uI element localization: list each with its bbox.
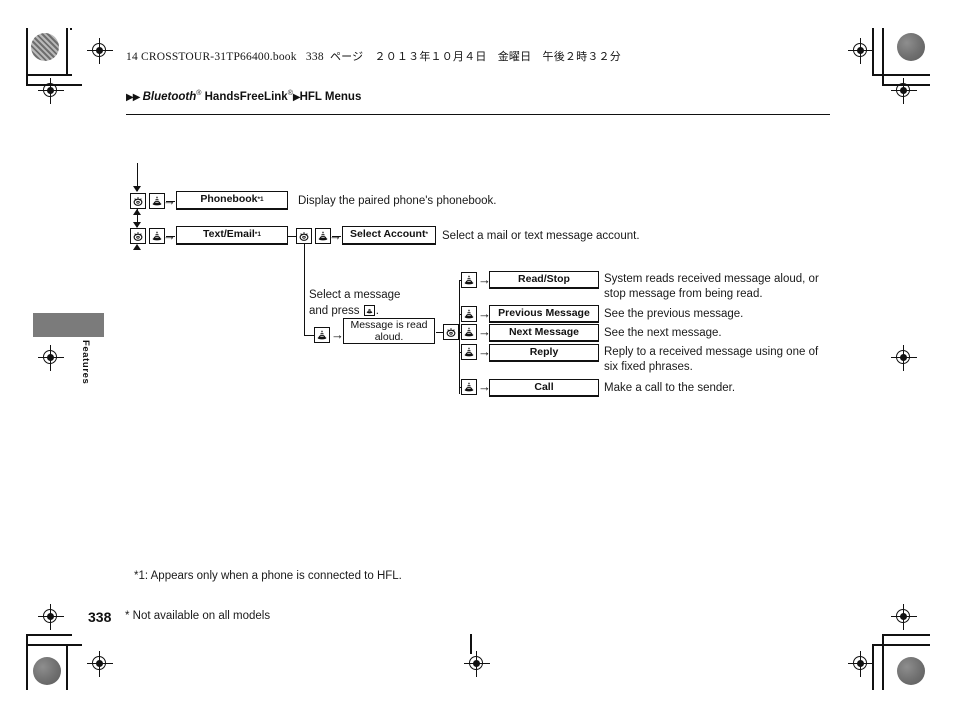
rotary-dial-icon[interactable] <box>296 228 312 244</box>
menu-item-call[interactable]: Call <box>489 379 599 397</box>
breadcrumb-item-bluetooth: Bluetooth <box>142 90 197 103</box>
menu-item-reply-label: Reply <box>529 345 559 358</box>
press-button-icon[interactable] <box>461 324 477 340</box>
instruction-line-2-period: . <box>375 305 379 318</box>
rotary-dial-icon[interactable] <box>130 228 146 244</box>
registration-mark-top-left <box>87 38 113 64</box>
status-box-message-read-aloud: Message is read aloud. <box>343 318 435 344</box>
manual-page: 14 CROSSTOUR-31TP66400.book 338 ページ ２０１３… <box>0 0 954 718</box>
registration-mark-bottom-center <box>464 651 490 677</box>
menu-item-reply[interactable]: Reply <box>489 344 599 362</box>
registration-mark-left <box>38 78 64 104</box>
registration-mark-right <box>891 78 917 104</box>
section-tab-label: Features <box>80 340 91 385</box>
description-reply-line-1: Reply to a received message using one of <box>604 346 819 358</box>
status-box-line-2: aloud. <box>374 331 404 343</box>
breadcrumb-item-hfl-menus: HFL Menus <box>299 90 362 103</box>
menu-item-select-account-footnote-ref: * <box>425 230 428 238</box>
press-button-icon <box>363 305 375 317</box>
breadcrumb-reg-mark-1: ® <box>196 90 202 97</box>
instruction-line-2-text: and press <box>309 305 360 318</box>
rotary-dial-icon[interactable] <box>130 193 146 209</box>
menu-item-read-stop[interactable]: Read/Stop <box>489 271 599 289</box>
flow-connector-to-select-account <box>288 235 296 237</box>
print-density-dot-top-right <box>897 33 925 61</box>
press-button-icon[interactable] <box>461 306 477 322</box>
rotary-dial-icon[interactable] <box>443 324 459 340</box>
menu-item-phonebook-label: Phonebook <box>200 193 258 206</box>
press-button-icon[interactable] <box>461 272 477 288</box>
press-button-icon[interactable] <box>461 344 477 360</box>
section-tab-marker <box>33 313 104 337</box>
menu-item-select-account[interactable]: Select Account * <box>342 226 436 245</box>
breadcrumb: ▶▶ Bluetooth® HandsFreeLink®▶HFL Menus <box>126 90 361 103</box>
description-next-message: See the next message. <box>604 327 722 339</box>
menu-item-read-stop-label: Read/Stop <box>518 272 570 285</box>
instruction-line-2: and press . <box>309 303 469 319</box>
menu-item-text-email-footnote-ref: *1 <box>254 230 261 238</box>
description-read-stop-line-1: System reads received message aloud, or <box>604 273 819 285</box>
menu-item-select-account-label: Select Account <box>350 228 426 241</box>
flow-arrow-up-textemail <box>133 244 141 250</box>
press-button-icon[interactable] <box>461 379 477 395</box>
breadcrumb-rule <box>126 114 830 116</box>
flow-arrow-right-phonebook: → <box>163 193 176 208</box>
description-read-stop: System reads received message aloud, or … <box>604 272 854 303</box>
footnote-2: * Not available on all models <box>125 610 271 622</box>
description-phonebook: Display the paired phone's phonebook. <box>298 195 497 207</box>
description-select-account: Select a mail or text message account. <box>442 230 640 242</box>
flow-connector-dial-to-spine <box>436 331 443 333</box>
description-call: Make a call to the sender. <box>604 382 736 394</box>
registration-mark-bottom-right <box>891 604 917 630</box>
registration-mark-bottom-left <box>38 604 64 630</box>
flow-arrow-right-select-account: → <box>329 228 342 243</box>
menu-item-previous-message-label: Previous Message <box>498 306 590 319</box>
file-header-japanese: ページ ２０１３年１０月４日 金曜日 午後２時３２分 <box>329 50 621 63</box>
menu-item-text-email-label: Text/Email <box>203 228 255 241</box>
file-header-page: 338 <box>305 51 324 63</box>
description-read-stop-line-2: stop message from being read. <box>604 288 763 301</box>
flow-arrow-right-textemail: → <box>163 228 176 243</box>
menu-item-text-email[interactable]: Text/Email *1 <box>176 226 288 245</box>
footnote-1: *1: Appears only when a phone is connect… <box>134 570 402 582</box>
file-header-name: 14 CROSSTOUR-31TP66400.book <box>126 51 297 63</box>
print-density-dot-bottom-right <box>897 657 925 685</box>
registration-mark-top-right <box>848 38 874 64</box>
print-density-dot-bottom-left <box>33 657 61 685</box>
registration-mark-mid-right <box>891 345 917 371</box>
menu-item-previous-message[interactable]: Previous Message <box>489 305 599 323</box>
registration-mark-bottom-mid-right <box>848 651 874 677</box>
status-box-line-1: Message is read <box>350 318 428 331</box>
breadcrumb-item-handsfreelink: HandsFreeLink <box>204 90 288 103</box>
registration-mark-mid-left <box>38 345 64 371</box>
description-reply-line-2: six fixed phrases. <box>604 361 693 374</box>
registration-mark-bottom-mid-left <box>87 651 113 677</box>
description-previous-message: See the previous message. <box>604 308 744 320</box>
instruction-select-message: Select a message and press . <box>309 287 469 319</box>
menu-item-call-label: Call <box>534 380 554 393</box>
file-header: 14 CROSSTOUR-31TP66400.book 338 ページ ２０１３… <box>126 48 621 64</box>
menu-item-next-message[interactable]: Next Message <box>489 324 599 342</box>
breadcrumb-arrow-icon-2: ▶ <box>292 91 301 103</box>
description-reply: Reply to a received message using one of… <box>604 345 854 376</box>
menu-item-phonebook[interactable]: Phonebook *1 <box>176 191 288 210</box>
print-density-dot-top-left <box>31 33 59 61</box>
flow-connector-message-branch <box>303 335 315 337</box>
page-number: 338 <box>88 609 112 625</box>
instruction-line-1: Select a message <box>309 289 401 301</box>
flow-arrow-into-phonebook <box>133 186 141 192</box>
menu-item-next-message-label: Next Message <box>508 325 580 338</box>
menu-item-phonebook-footnote-ref: *1 <box>257 195 264 203</box>
flow-trunk-select-account-down <box>303 244 305 336</box>
press-button-icon[interactable] <box>314 327 330 343</box>
breadcrumb-arrow-icon-1: ▶▶ <box>126 91 140 103</box>
